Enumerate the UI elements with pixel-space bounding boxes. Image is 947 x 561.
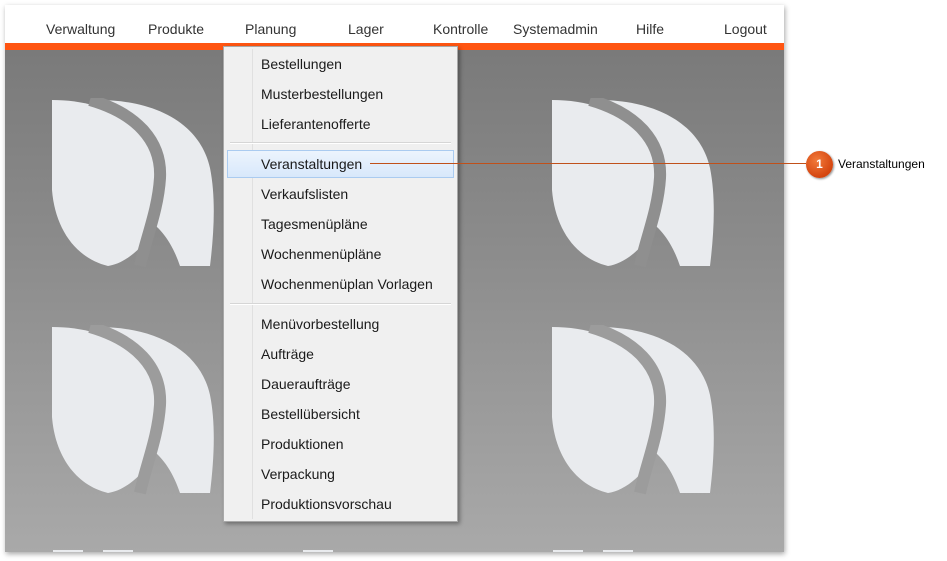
callout-number-badge: 1 xyxy=(806,151,833,178)
nav-logout[interactable]: Logout xyxy=(724,5,767,43)
menu-item-tagesmenueplaene[interactable]: Tagesmenüpläne xyxy=(227,210,454,238)
nav-produkte[interactable]: Produkte xyxy=(148,5,204,43)
menu-item-verpackung[interactable]: Verpackung xyxy=(227,460,454,488)
nav-verwaltung[interactable]: Verwaltung xyxy=(46,5,115,43)
leaf-logo-icon xyxy=(552,325,714,495)
nav-hilfe[interactable]: Hilfe xyxy=(636,5,664,43)
menu-item-bestellungen[interactable]: Bestellungen xyxy=(227,50,454,78)
menu-item-wochenmenueplaene[interactable]: Wochenmenüpläne xyxy=(227,240,454,268)
menu-separator xyxy=(230,303,451,305)
menu-item-dauerauftraege[interactable]: Daueraufträge xyxy=(227,370,454,398)
nav-systemadmin[interactable]: Systemadmin xyxy=(513,5,598,43)
leaf-logo-icon xyxy=(52,325,214,495)
nav-lager[interactable]: Lager xyxy=(348,5,384,43)
menu-item-menuevorbestellung[interactable]: Menüvorbestellung xyxy=(227,310,454,338)
leaf-logo-icon xyxy=(52,98,214,268)
menu-item-auftraege[interactable]: Aufträge xyxy=(227,340,454,368)
planung-dropdown-menu: Bestellungen Musterbestellungen Lieferan… xyxy=(223,46,458,522)
menu-item-bestelluebersicht[interactable]: Bestellübersicht xyxy=(227,400,454,428)
menu-item-verkaufslisten[interactable]: Verkaufslisten xyxy=(227,180,454,208)
menu-item-veranstaltungen[interactable]: Veranstaltungen xyxy=(227,150,454,178)
nav-planung[interactable]: Planung xyxy=(245,5,296,43)
callout-label: Veranstaltungen xyxy=(838,157,925,171)
menu-item-lieferantenofferte[interactable]: Lieferantenofferte xyxy=(227,110,454,138)
top-navigation-bar: Verwaltung Produkte Planung Lager Kontro… xyxy=(5,5,784,43)
menu-item-wochenmenueplan-vorlagen[interactable]: Wochenmenüplan Vorlagen xyxy=(227,270,454,298)
nav-kontrolle[interactable]: Kontrolle xyxy=(433,5,488,43)
menu-item-produktionen[interactable]: Produktionen xyxy=(227,430,454,458)
menu-item-musterbestellungen[interactable]: Musterbestellungen xyxy=(227,80,454,108)
leaf-logo-icon xyxy=(552,98,714,268)
callout-connector-line xyxy=(370,163,806,164)
menu-item-produktionsvorschau[interactable]: Produktionsvorschau xyxy=(227,490,454,518)
menu-separator xyxy=(230,142,451,144)
